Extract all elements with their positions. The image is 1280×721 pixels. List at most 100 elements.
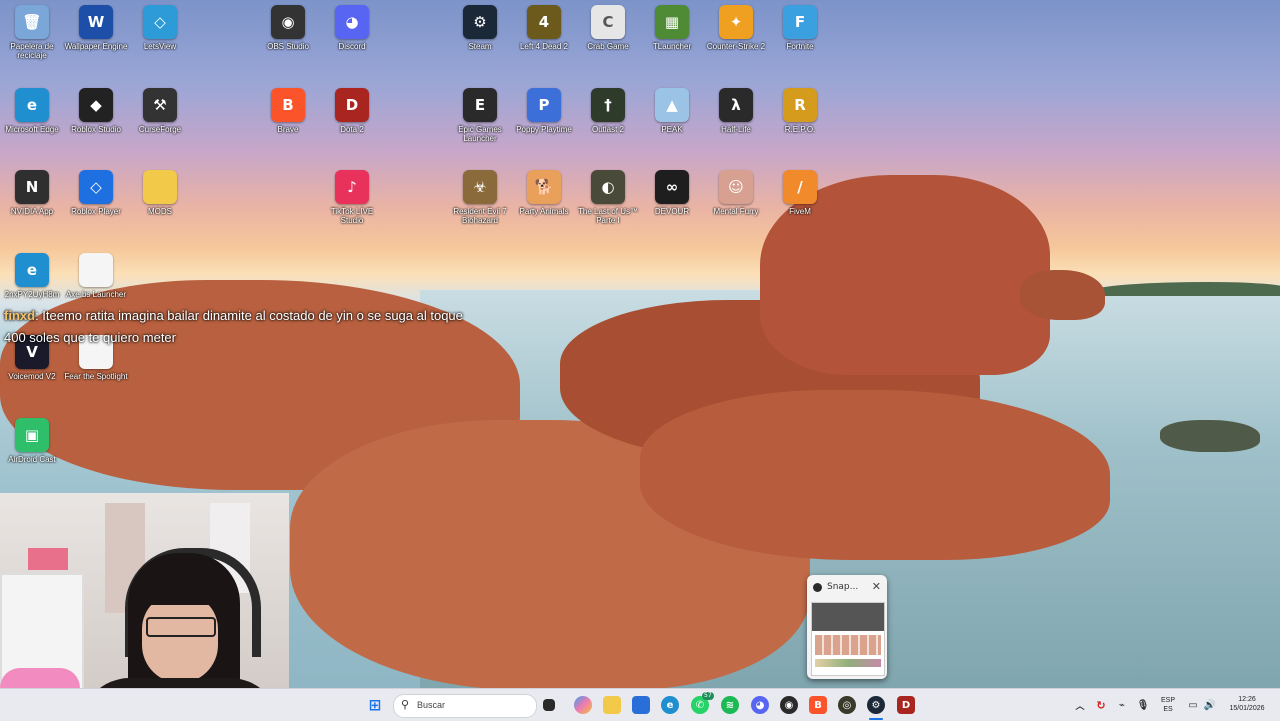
system-clock[interactable]: 12:26 15/01/2026 [1222, 695, 1272, 713]
language-indicator[interactable]: ESP ES [1156, 696, 1180, 714]
snap-camera-taskbar-icon[interactable]: ◎ [838, 696, 856, 714]
desktop-icon-mental-furry[interactable]: ☺ Mental Furry [704, 170, 768, 216]
discord-taskbar-icon[interactable]: ◕ [751, 696, 769, 714]
edge-taskbar-icon[interactable]: e [661, 696, 679, 714]
desktop-icon-label: TLauncher [652, 42, 692, 51]
roblox-player-icon: ◇ [79, 170, 113, 204]
desktop-icon-label: Brave [277, 125, 299, 134]
copilot-icon[interactable] [574, 696, 592, 714]
desktop-icon-nvidia[interactable]: N NVIDIA App [0, 170, 64, 216]
brave-taskbar-icon[interactable]: B [809, 696, 827, 714]
desktop-icon-label: DEVOUR [654, 207, 690, 216]
desktop-icon-airdroid[interactable]: ▣ AirDroid Cast [0, 418, 64, 464]
desktop-icon-peak[interactable]: ▲ PEAK [640, 88, 704, 134]
spotify-icon[interactable]: ≋ [721, 696, 739, 714]
desktop-icon-letsview[interactable]: ◇ LetsView [128, 5, 192, 51]
desktop-icon-label: Wallpaper Engine [64, 42, 128, 51]
desktop-icon-label: Fortnite [786, 42, 814, 51]
desktop-icon-obs[interactable]: ◉ OBS Studio [256, 5, 320, 51]
desktop-icon-roblox-player[interactable]: ◇ Roblox Player [64, 170, 128, 216]
snap-title: Snap... [827, 582, 859, 592]
snap-thumb-video [812, 603, 884, 631]
tiktok-live-icon: ♪ [335, 170, 369, 204]
tray-volume-icon[interactable]: 🔊 [1201, 696, 1219, 714]
cs2-icon: ✦ [719, 5, 753, 39]
discord-icon: ◕ [335, 5, 369, 39]
desktop-icon-steam[interactable]: ⚙ Steam [448, 5, 512, 51]
tray-network-icon[interactable]: ⌁ [1113, 696, 1131, 714]
desktop-icon-devour[interactable]: ∞ DEVOUR [640, 170, 704, 216]
windows-start-icon[interactable]: ⊞ [366, 696, 384, 714]
desktop-icon-outlast2[interactable]: † Outlast 2 [576, 88, 640, 134]
desktop-icon-fortnite[interactable]: F Fortnite [768, 5, 832, 51]
desktop-icon-label: Roblox Player [71, 207, 121, 216]
snap-close-icon[interactable]: ✕ [872, 580, 881, 593]
desktop-icon-label: MODS [148, 207, 172, 216]
desktop-icon-recycle-bin[interactable]: 🗑 Papelera de reciclaje [0, 5, 64, 60]
desktop-icon-folder[interactable]: MODS [128, 170, 192, 216]
taskbar-search-input[interactable]: ⚲ Buscar [393, 694, 537, 718]
desktop-icon-roblox-studio[interactable]: ◆ Roblox Studio [64, 88, 128, 134]
desktop-icon-cs2[interactable]: ✦ Counter-Strike 2 [704, 5, 768, 51]
snap-thumbnail[interactable] [811, 602, 885, 676]
tray-microphone-icon[interactable]: 🎙 [1134, 696, 1152, 714]
desktop-icon-edge-2[interactable]: e 2nxPY2UyH8m [0, 253, 64, 299]
desktop-icon-repo[interactable]: R R.E.P.O. [768, 88, 832, 134]
roblox-studio-icon: ◆ [79, 88, 113, 122]
dota2-taskbar-icon[interactable]: D [897, 696, 915, 714]
dota2-icon: D [335, 88, 369, 122]
desktop-icon-curseforge[interactable]: ⚒ CurseForge [128, 88, 192, 134]
chat-username: finxd [4, 308, 36, 323]
snap-thumb-bar [815, 659, 881, 667]
desktop-icon-label: Fear the Spotlight [64, 372, 128, 381]
folder-icon [143, 170, 177, 204]
desktop-icon-discord[interactable]: ◕ Discord [320, 5, 384, 51]
desktop-icon-dota2[interactable]: D Dota 2 [320, 88, 384, 134]
desktop-icon-label: Papelera de reciclaje [10, 42, 54, 60]
desktop-icon-poppy-playtime[interactable]: P Poppy Playtime [512, 88, 576, 134]
desktop-icon-label: R.E.P.O. [784, 125, 816, 134]
tlauncher-icon: ▦ [655, 5, 689, 39]
task-view-icon[interactable] [543, 699, 555, 711]
desktop-icon-label: Outlast 2 [591, 125, 624, 134]
half-life-icon: λ [719, 88, 753, 122]
desktop-icon-tiktok-live[interactable]: ♪ TikTok LIVE Studio [320, 170, 384, 225]
desktop-icon-party-animals[interactable]: 🐕 Party Animals [512, 170, 576, 216]
desktop-icon-half-life[interactable]: λ Half-Life [704, 88, 768, 134]
desktop-icon-label: NVIDIA App [10, 207, 54, 216]
desktop-icon-fivem[interactable]: / FiveM [768, 170, 832, 216]
file-explorer-icon[interactable] [603, 696, 621, 714]
desktop-icon-label: OBS Studio [267, 42, 309, 51]
desktop-icon-edge[interactable]: e Microsoft Edge [0, 88, 64, 134]
microsoft-store-icon[interactable] [632, 696, 650, 714]
desktop-icon-label: Party Animals [519, 207, 569, 216]
chat-message-line2: 400 soles que te quiero meter [4, 330, 176, 345]
letsview-icon: ◇ [143, 5, 177, 39]
fortnite-icon: F [783, 5, 817, 39]
repo-icon: R [783, 88, 817, 122]
desktop-icon-label: Voicemod V2 [8, 372, 56, 381]
desktop-icon-file[interactable]: Axe.bs Launcher [64, 253, 128, 299]
desktop-icon-label: 2nxPY2UyH8m [4, 290, 60, 299]
desktop-icon-l4d2[interactable]: 4 Left 4 Dead 2 [512, 5, 576, 51]
chat-text: Iteemo ratita imagina bailar dinamite al… [42, 308, 463, 323]
desktop-icon-tlauncher[interactable]: ▦ TLauncher [640, 5, 704, 51]
desktop-icon-brave[interactable]: B Brave [256, 88, 320, 134]
chevron-up-icon[interactable]: ︿ [1071, 696, 1089, 714]
desktop-icon-wallpaper-engine[interactable]: W Wallpaper Engine [64, 5, 128, 51]
tray-sync-icon[interactable]: ↻ [1092, 696, 1110, 714]
desktop-icon-crab-game[interactable]: C Crab Game [576, 5, 640, 51]
search-icon: ⚲ [401, 698, 410, 711]
obs-taskbar-icon[interactable]: ◉ [780, 696, 798, 714]
desktop-icon-label: Resident Evil 7 Biohazard [453, 207, 507, 225]
desktop-icon-re7[interactable]: ☣ Resident Evil 7 Biohazard [448, 170, 512, 225]
tray-monitor-icon[interactable]: ▭ [1184, 696, 1202, 714]
desktop-icon-epic-games[interactable]: E Epic Games Launcher [448, 88, 512, 143]
whatsapp-badge: 57 [702, 692, 714, 700]
clock-date: 15/01/2026 [1229, 705, 1265, 712]
desktop-icon-tlou[interactable]: ◐ The Last of Us™ Parte I [576, 170, 640, 225]
steam-taskbar-icon[interactable]: ⚙ [867, 696, 885, 714]
snap-preview-popup[interactable]: Snap... ✕ [807, 575, 887, 679]
desktop-icon-label: TikTok LIVE Studio [330, 207, 374, 225]
desktop-icon-label: Crab Game [587, 42, 629, 51]
